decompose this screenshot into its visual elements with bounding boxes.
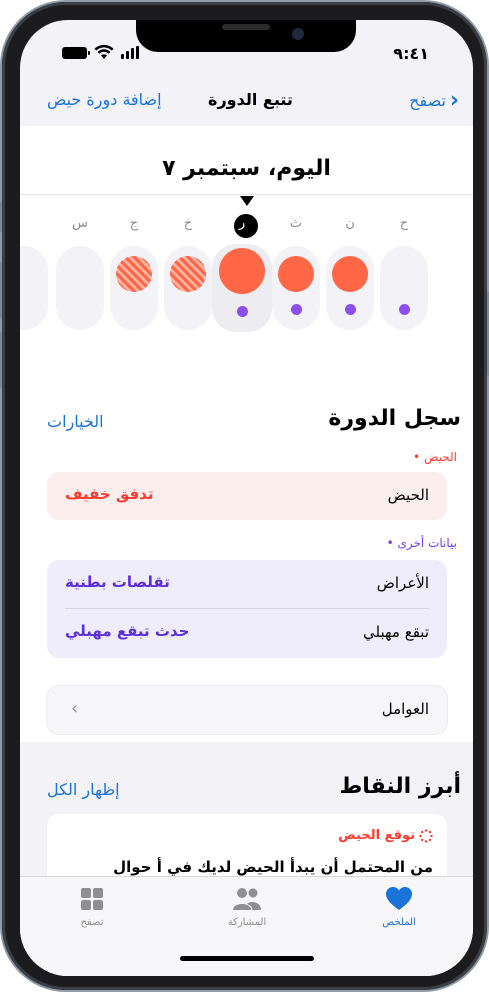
back-button[interactable]: تصفح › <box>409 88 459 113</box>
chevron-left-icon: ‹ <box>71 698 79 719</box>
spotting-row-value: حدث تبقع مهبلي <box>65 622 190 640</box>
front-camera <box>292 28 304 40</box>
period-row[interactable]: الحيض تدفق خفيف <box>47 472 447 520</box>
predicted-flow-marker <box>116 256 152 292</box>
symptoms-row-label: الأعراض <box>376 574 429 592</box>
day-column[interactable] <box>326 246 374 330</box>
flow-marker <box>278 256 314 292</box>
prediction-card-title: توقع الحيض <box>338 828 415 843</box>
silent-switch <box>0 202 2 232</box>
calendar-divider <box>20 194 473 195</box>
day-letter: ن <box>345 216 355 231</box>
period-tag: • الحيض <box>413 450 457 464</box>
prediction-card-header: توقع الحيض <box>338 828 433 843</box>
grid-icon <box>81 888 103 910</box>
spotting-row[interactable]: تبقع مهبلي حدث تبقع مهبلي <box>47 609 447 657</box>
options-button[interactable]: الخيارات <box>47 412 104 431</box>
day-letter: خ <box>183 216 193 231</box>
factors-card[interactable]: العوامل ‹ <box>47 686 447 734</box>
wifi-icon <box>94 44 114 59</box>
spotting-marker <box>398 304 410 315</box>
cycle-dots-icon <box>419 828 433 843</box>
period-row-value: تدفق خفيف <box>65 485 154 503</box>
flow-marker <box>219 248 265 294</box>
volume-down-button <box>0 332 2 388</box>
spotting-marker <box>236 306 248 317</box>
tab-browse[interactable]: تصفح <box>42 885 142 928</box>
tab-sharing[interactable]: المشاركة <box>197 885 297 928</box>
cycle-calendar: اليوم، سبتمبر ٧ س ج خ ر ث ن ح <box>20 126 473 374</box>
day-letter: س <box>72 216 88 231</box>
day-column[interactable] <box>110 246 158 330</box>
show-all-button[interactable]: إظهار الكل <box>47 780 120 799</box>
spotting-row-label: تبقع مهبلي <box>363 623 429 641</box>
factors-row-label: العوامل <box>381 700 429 718</box>
add-period-button[interactable]: إضافة دورة حيض <box>47 90 162 109</box>
cycle-log-title: سجل الدورة <box>328 406 461 431</box>
highlights-title: أبرز النقاط <box>339 774 461 799</box>
day-column[interactable] <box>164 246 212 330</box>
other-data-card: الأعراض تقلصات بطنية تبقع مهبلي حدث تبقع… <box>47 560 447 658</box>
other-data-tag: • بيانات أخرى <box>386 536 457 550</box>
period-card[interactable]: الحيض تدفق خفيف <box>47 472 447 520</box>
flow-marker <box>332 256 368 292</box>
cellular-signal-icon <box>121 46 139 59</box>
symptoms-row[interactable]: الأعراض تقلصات بطنية <box>47 560 447 608</box>
day-column[interactable] <box>212 244 272 332</box>
tab-bar: تصفح المشاركة الملخص <box>20 876 473 976</box>
day-column[interactable] <box>272 246 320 330</box>
today-pointer-icon <box>240 196 254 206</box>
day-letter: ج <box>129 216 139 231</box>
notch <box>136 20 356 52</box>
phone-frame: ٩:٤١ تصفح › تتبع الدورة إضافة دورة حيض ا… <box>0 2 489 990</box>
navigation-bar: تصفح › تتبع الدورة إضافة دورة حيض <box>20 82 473 122</box>
back-label: تصفح <box>409 91 446 110</box>
tab-summary[interactable]: الملخص <box>349 885 449 928</box>
prediction-card-body: من المحتمل أن يبدأ الحيض لديك في أ حوال <box>113 858 433 876</box>
page-title: تتبع الدورة <box>208 90 293 109</box>
volume-up-button <box>0 262 2 318</box>
today-date-label: اليوم، سبتمبر ٧ <box>162 156 331 181</box>
screen: ٩:٤١ تصفح › تتبع الدورة إضافة دورة حيض ا… <box>20 20 473 976</box>
day-column[interactable] <box>56 246 104 330</box>
home-indicator <box>180 956 314 961</box>
period-row-label: الحيض <box>387 486 429 504</box>
tab-sharing-label: المشاركة <box>227 917 267 928</box>
tab-browse-label: تصفح <box>80 917 104 928</box>
status-time: ٩:٤١ <box>393 44 429 63</box>
spotting-marker <box>290 304 302 315</box>
chevron-right-icon: › <box>449 88 459 113</box>
speaker <box>222 24 270 30</box>
day-letter: ث <box>289 216 303 231</box>
factors-row[interactable]: العوامل ‹ <box>47 686 447 734</box>
cycle-log-section: سجل الدورة الخيارات • الحيض الحيض تدفق خ… <box>20 374 473 742</box>
day-column[interactable] <box>20 246 48 330</box>
symptoms-row-value: تقلصات بطنية <box>65 573 170 591</box>
tab-summary-label: الملخص <box>382 917 416 928</box>
day-letter: ر <box>238 216 246 231</box>
predicted-flow-marker <box>170 256 206 292</box>
heart-icon <box>386 887 412 910</box>
people-icon <box>233 888 261 910</box>
battery-icon <box>62 47 90 59</box>
spotting-marker <box>344 304 356 315</box>
day-column[interactable] <box>380 246 428 330</box>
day-letter: ح <box>399 216 409 231</box>
